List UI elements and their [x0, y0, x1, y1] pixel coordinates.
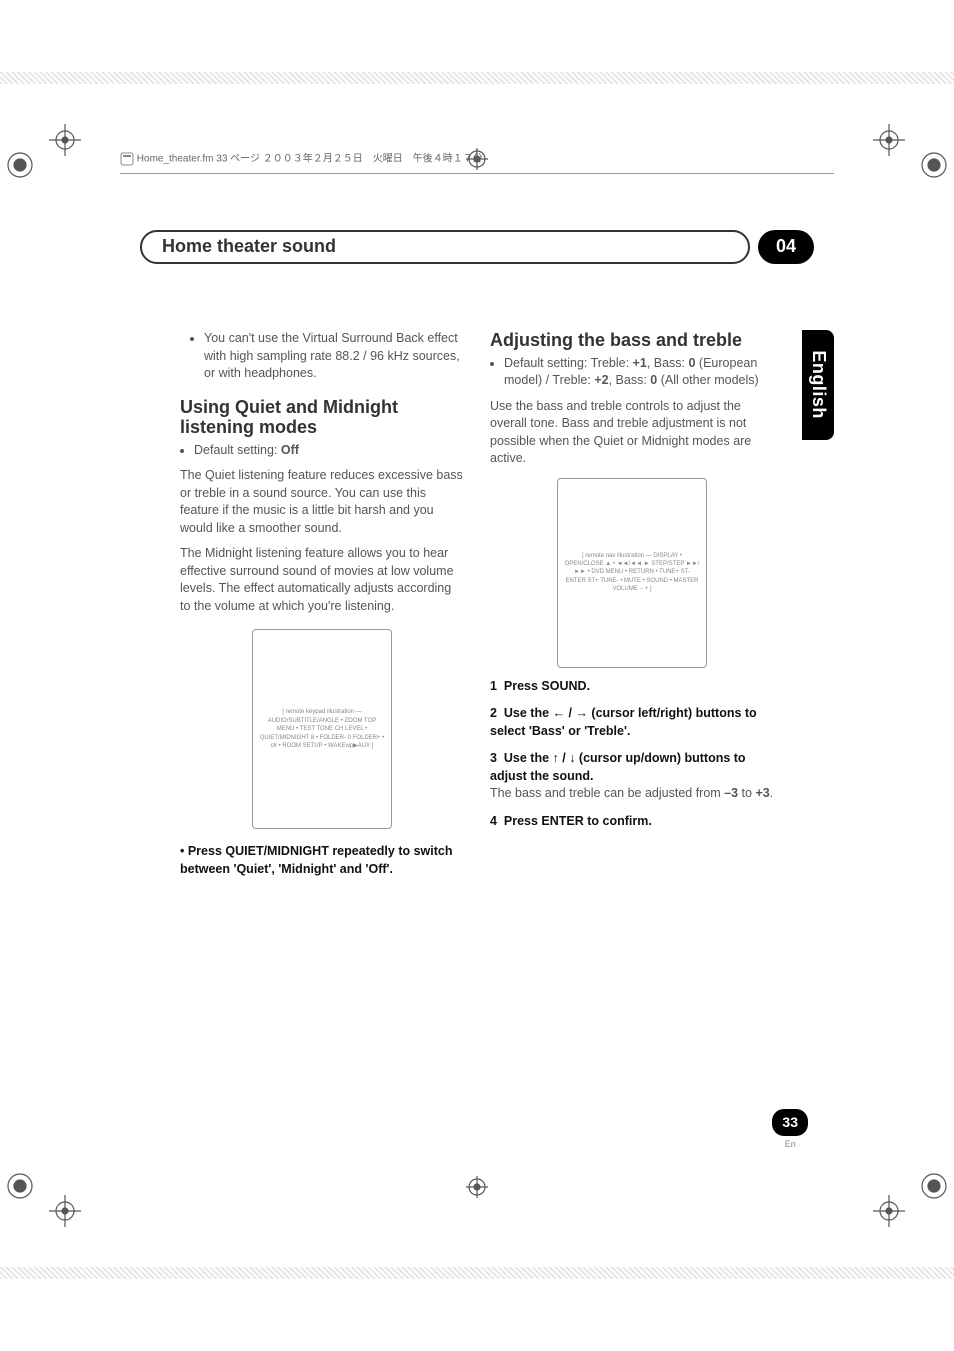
decor-stripe-top [0, 72, 954, 84]
source-header-text: Home_theater.fm 33 ページ ２００３年２月２５日 火曜日 午後… [137, 154, 483, 165]
left-column: You can't use the Virtual Surround Back … [180, 330, 464, 878]
chapter-title-pill: Home theater sound [140, 230, 750, 264]
bass-treble-intro: Use the bass and treble controls to adju… [490, 398, 774, 468]
step-3: 3 Use the ↑ / ↓ (cursor up/down) buttons… [490, 750, 774, 803]
remote-illustration-keypad-label: [ remote keypad illustration — AUDIO/SUB… [259, 708, 385, 750]
remote-illustration-keypad: [ remote keypad illustration — AUDIO/SUB… [252, 629, 392, 829]
step-1: 1 Press SOUND. [490, 678, 774, 696]
registration-mark-tl [0, 120, 90, 190]
page-number: 33 [772, 1109, 808, 1137]
step-4: 4 Press ENTER to confirm. [490, 813, 774, 831]
chapter-number-pill: 04 [758, 230, 814, 264]
note-bullet: You can't use the Virtual Surround Back … [204, 330, 464, 383]
default-setting-value: Off [281, 443, 299, 457]
chapter-title: Home theater sound [162, 234, 336, 259]
midnight-description: The Midnight listening feature allows yo… [180, 545, 464, 615]
step-quiet-midnight: • Press QUIET/MIDNIGHT repeatedly to swi… [180, 843, 464, 878]
right-column: Adjusting the bass and treble Default se… [490, 330, 774, 878]
chapter-number: 04 [776, 234, 796, 259]
remote-illustration-nav: [ remote nav illustration — DISPLAY • OP… [557, 478, 707, 668]
default-setting-line: Default setting: Off [194, 442, 464, 460]
section-heading-quiet-midnight: Using Quiet and Midnight listening modes [180, 397, 464, 438]
source-header: Home_theater.fm 33 ページ ２００３年２月２５日 火曜日 午後… [120, 152, 834, 174]
step-quiet-midnight-text: • Press QUIET/MIDNIGHT repeatedly to swi… [180, 844, 453, 876]
default-setting-label: Default setting: [194, 443, 281, 457]
section-heading-bass-treble: Adjusting the bass and treble [490, 330, 774, 351]
decor-stripe-bottom [0, 1267, 954, 1279]
registration-mark-bl [0, 1161, 90, 1231]
registration-mark-tr [864, 120, 954, 190]
page-number-block: 33 En [772, 1109, 808, 1151]
language-tab-label: English [805, 351, 830, 420]
registration-mark-br [864, 1161, 954, 1231]
quiet-description: The Quiet listening feature reduces exce… [180, 467, 464, 537]
language-tab: English [802, 330, 834, 440]
crop-mark-bottom [466, 1176, 488, 1203]
default-setting-bass-treble: Default setting: Treble: +1, Bass: 0 (Eu… [504, 355, 774, 390]
remote-illustration-nav-label: [ remote nav illustration — DISPLAY • OP… [564, 552, 700, 594]
step-2: 2 Use the ← / → (cursor left/right) butt… [490, 705, 774, 740]
chapter-title-row: Home theater sound 04 [140, 230, 814, 264]
page-lang: En [772, 1138, 808, 1151]
